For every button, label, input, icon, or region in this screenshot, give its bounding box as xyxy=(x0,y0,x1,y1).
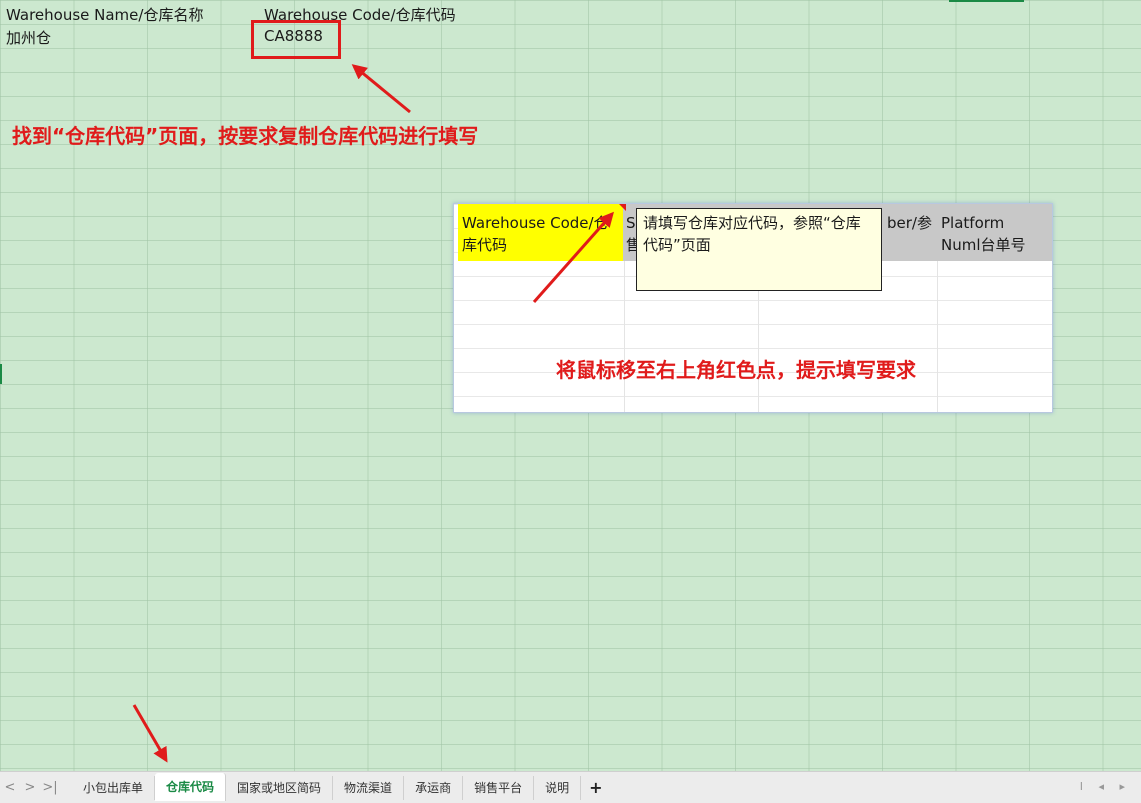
horizontal-scroll-control[interactable]: I ◂ ▸ xyxy=(1080,780,1131,793)
comment-tooltip: 请填写仓库对应代码，参照“仓库代码”页面 xyxy=(636,208,882,291)
excerpt-col-line xyxy=(937,261,938,412)
cell-warehouse-name-header[interactable]: Warehouse Name/仓库名称 xyxy=(6,4,203,25)
arrow-to-active-tab xyxy=(132,704,168,763)
column-selection-marker xyxy=(949,0,1024,2)
tab-logistics-channel[interactable]: 物流渠道 xyxy=(333,775,405,800)
excerpt-header-warehouse-code: Warehouse Code/仓库代码 xyxy=(458,204,624,261)
add-sheet-icon[interactable]: + xyxy=(581,778,610,797)
spreadsheet-window: Warehouse Name/仓库名称 Warehouse Code/仓库代码 … xyxy=(0,0,1141,803)
tab-outbound-order[interactable]: 小包出库单 xyxy=(72,775,156,800)
tab-instructions[interactable]: 说明 xyxy=(534,775,582,800)
highlight-box xyxy=(251,20,341,59)
tab-warehouse-code[interactable]: 仓库代码 xyxy=(155,772,227,801)
excerpt-col-line xyxy=(624,261,625,412)
tab-sales-platform[interactable]: 销售平台 xyxy=(463,775,535,800)
tab-country-code[interactable]: 国家或地区简码 xyxy=(226,775,334,800)
instruction-middle: 将鼠标移至右上角红色点，提示填写要求 xyxy=(556,358,916,382)
tab-carrier[interactable]: 承运商 xyxy=(404,775,464,800)
next-sheet-icon[interactable]: > xyxy=(20,780,40,795)
cell-warehouse-name-value[interactable]: 加州仓 xyxy=(6,27,51,48)
row-selection-marker xyxy=(0,364,2,384)
excerpt-header-platform: Platform Numl台单号 xyxy=(937,204,1052,261)
instruction-top: 找到“仓库代码”页面，按要求复制仓库代码进行填写 xyxy=(12,124,479,148)
sheet-tab-bar: < > >| 小包出库单 仓库代码 国家或地区简码 物流渠道 承运商 销售平台 … xyxy=(0,771,1141,803)
comment-indicator-red-dot[interactable] xyxy=(619,204,626,211)
arrow-to-code-cell xyxy=(351,64,411,114)
last-sheet-icon[interactable]: >| xyxy=(40,780,60,795)
prev-sheet-icon[interactable]: < xyxy=(0,780,20,795)
